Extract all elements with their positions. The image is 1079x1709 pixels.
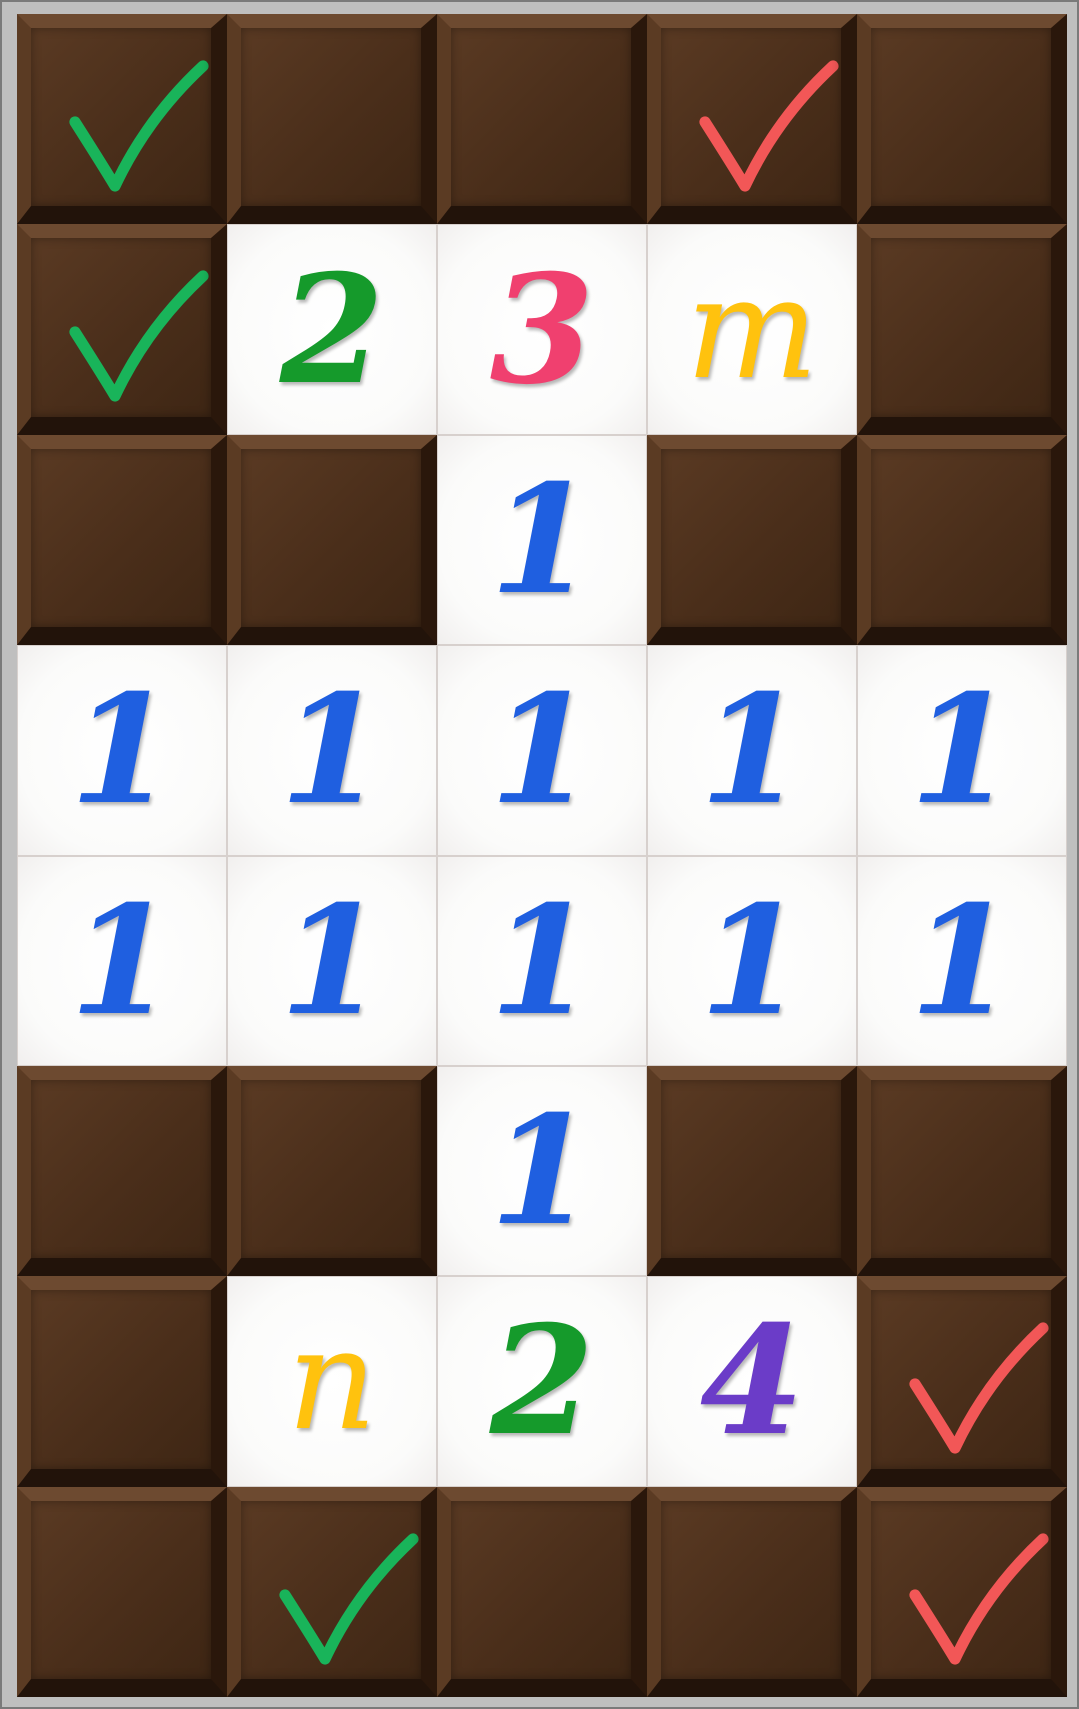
revealed-tile: m [647,224,857,435]
chocolate-tile[interactable] [17,1276,227,1487]
red-check-icon [909,1322,1049,1454]
chocolate-tile[interactable] [227,434,437,646]
revealed-tile: 1 [17,855,227,1066]
tile-number: 1 [489,662,595,839]
chocolate-tile[interactable] [227,14,437,225]
red-check-icon [699,60,839,192]
revealed-tile: n [227,1276,437,1487]
chocolate-tile[interactable] [857,14,1067,225]
tile-number: 1 [699,872,805,1049]
revealed-tile: 1 [437,1065,647,1277]
tile-number: 1 [909,662,1015,839]
chocolate-tile[interactable] [857,224,1067,435]
tile-letter: n [286,1299,378,1463]
tile-number: 1 [489,872,595,1049]
chocolate-tile[interactable] [647,14,857,225]
chocolate-tile[interactable] [437,1486,647,1697]
revealed-tile: 1 [227,645,437,856]
tile-letter: m [685,247,819,411]
tile-number: 2 [489,1293,595,1470]
revealed-tile: 1 [647,645,857,856]
revealed-tile: 1 [227,855,437,1066]
chocolate-tile[interactable] [17,434,227,646]
chocolate-tile[interactable] [857,1486,1067,1697]
revealed-tile: 1 [437,434,647,646]
chocolate-tile[interactable] [227,1065,437,1277]
chocolate-tile[interactable] [17,1486,227,1697]
chocolate-tile[interactable] [647,1065,857,1277]
tile-grid: 23m111111111111n24 [17,14,1067,1697]
chocolate-tile[interactable] [17,224,227,435]
chocolate-tile[interactable] [857,1276,1067,1487]
chocolate-tile[interactable] [437,14,647,225]
red-check-icon [909,1533,1049,1665]
revealed-tile: 3 [437,224,647,435]
chocolate-tile[interactable] [17,14,227,225]
tile-number: 1 [69,872,175,1049]
chocolate-tile[interactable] [857,434,1067,646]
chocolate-tile[interactable] [17,1065,227,1277]
tile-number: 4 [699,1293,805,1470]
chocolate-tile[interactable] [227,1486,437,1697]
tile-number: 1 [909,872,1015,1049]
revealed-tile: 1 [647,855,857,1066]
tile-number: 1 [69,662,175,839]
revealed-tile: 1 [857,855,1067,1066]
revealed-tile: 1 [437,645,647,856]
tile-number: 1 [279,662,385,839]
revealed-tile: 4 [647,1276,857,1487]
chocolate-tile[interactable] [857,1065,1067,1277]
chocolate-tile[interactable] [647,434,857,646]
revealed-tile: 1 [857,645,1067,856]
tile-number: 3 [489,241,595,418]
game-board: 23m111111111111n24 [0,0,1079,1709]
tile-number: 1 [489,451,595,628]
green-check-icon [69,270,209,402]
tile-number: 1 [489,1083,595,1260]
tile-number: 1 [279,872,385,1049]
revealed-tile: 2 [227,224,437,435]
tile-number: 1 [699,662,805,839]
revealed-tile: 2 [437,1276,647,1487]
chocolate-tile[interactable] [647,1486,857,1697]
revealed-tile: 1 [17,645,227,856]
revealed-tile: 1 [437,855,647,1066]
tile-number: 2 [279,241,385,418]
green-check-icon [69,60,209,192]
green-check-icon [279,1533,419,1665]
